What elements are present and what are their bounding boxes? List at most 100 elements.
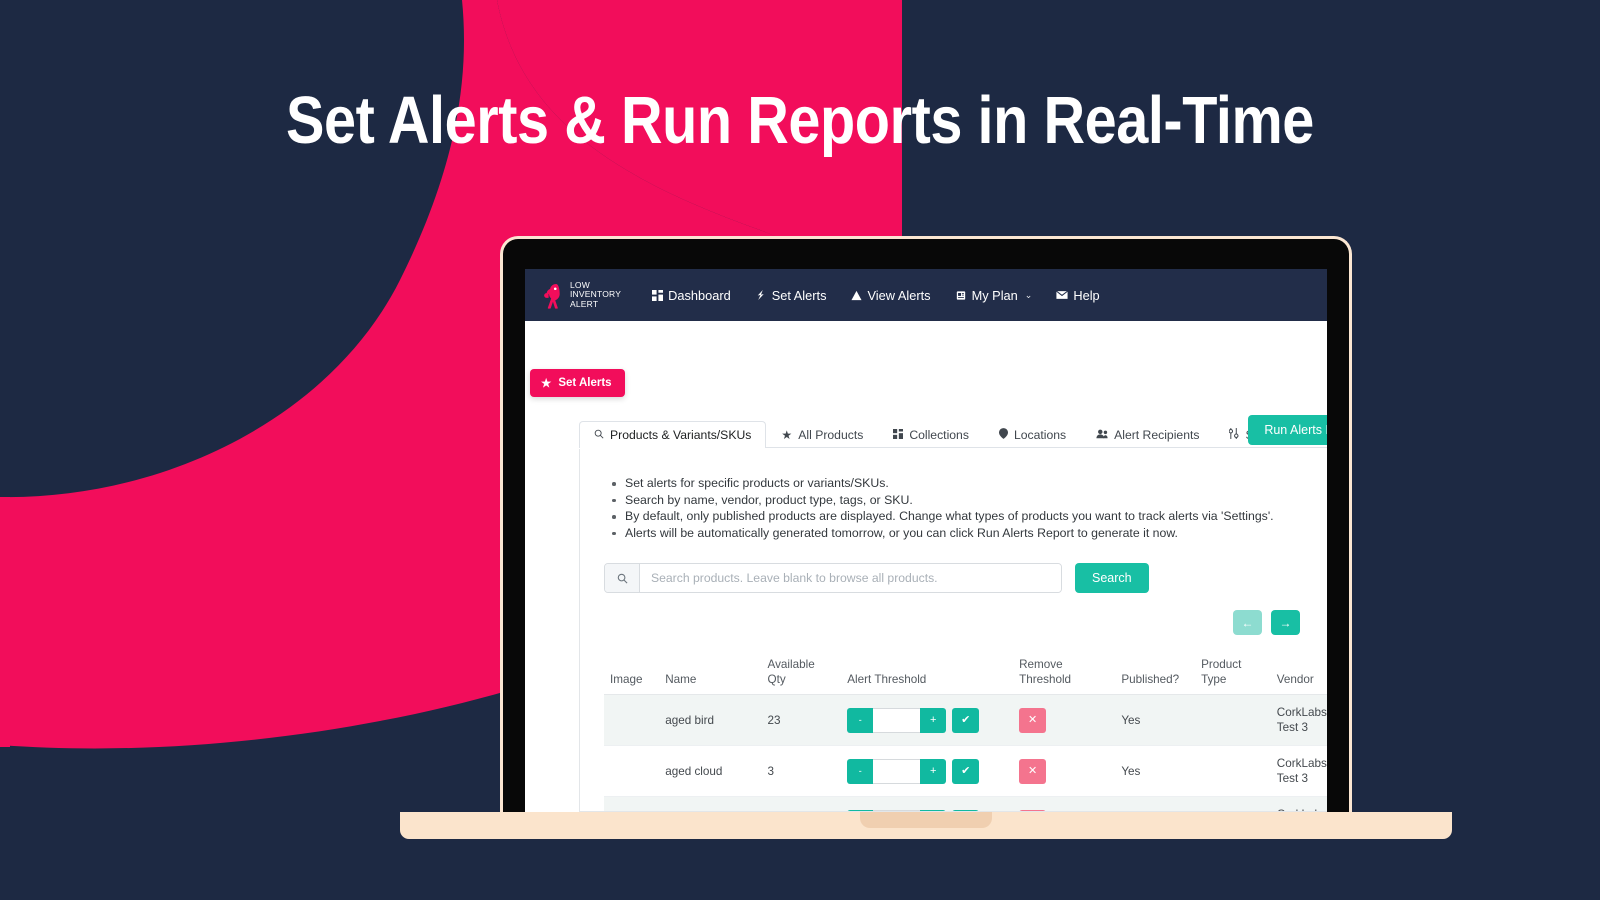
th-published: Published? (1115, 651, 1196, 695)
th-name: Name (659, 651, 762, 695)
tab-alert-recipients[interactable]: Alert Recipients (1081, 421, 1214, 448)
th-image: Image (604, 651, 660, 695)
search-input[interactable] (640, 564, 1061, 592)
cell-remove: ✕ (1013, 694, 1116, 746)
tab-bar: Products & Variants/SKUs ★ All Products … (579, 415, 1327, 448)
tab-all-products[interactable]: ★ All Products (766, 421, 878, 448)
vendor-line-1: CorkLabs (1276, 757, 1327, 770)
threshold-minus-button[interactable]: - (847, 758, 874, 784)
table-row[interactable]: aged cloud 3 - + ✔ (604, 796, 1327, 811)
products-table: Image Name Available Qty Alert Threshold (604, 651, 1327, 811)
vendor-line-2: Test 3 (1276, 721, 1308, 734)
threshold-input[interactable] (873, 707, 921, 733)
cell-threshold: - + ✔ (841, 796, 1014, 811)
nav-label: Set Alerts (771, 287, 827, 303)
th-alert-threshold: Alert Threshold (841, 651, 1014, 695)
bird-logo-icon (544, 284, 560, 309)
table-row[interactable]: aged bird 23 - + ✔ ✕ Yes CorkLabs Test 3 (604, 694, 1327, 746)
laptop-screen: LOW INVENTORY ALERT Dashboard Set Alerts… (525, 269, 1327, 812)
remove-threshold-button[interactable]: ✕ (1019, 758, 1047, 784)
app-page-body: ★ Set Alerts Products & Variants/SKUs ★ (525, 321, 1327, 812)
cell-remove: ✕ (1013, 796, 1116, 811)
search-icon (594, 428, 604, 442)
nav-item-my-plan[interactable]: My Plan ⌄ (943, 288, 1045, 303)
nav-item-help[interactable]: Help (1044, 288, 1111, 303)
threshold-minus-button[interactable]: - (847, 707, 874, 733)
laptop-lid: LOW INVENTORY ALERT Dashboard Set Alerts… (500, 236, 1352, 812)
tab-label: Collections (909, 428, 969, 442)
card-icon (955, 289, 967, 301)
pagination-prev-button[interactable]: ← (1233, 610, 1262, 635)
cell-qty: 3 (761, 745, 842, 797)
app-navbar: LOW INVENTORY ALERT Dashboard Set Alerts… (525, 269, 1327, 321)
laptop-trackpad-notch (860, 812, 992, 828)
pagination-next-button[interactable]: → (1271, 610, 1300, 635)
warning-triangle-icon (850, 289, 862, 301)
brand-logo[interactable]: LOW INVENTORY ALERT (541, 280, 621, 310)
table-row[interactable]: aged cloud 3 - + ✔ (604, 745, 1327, 797)
people-icon (1096, 428, 1108, 442)
pin-icon (998, 428, 1008, 442)
th-line-1: Remove (1019, 658, 1063, 671)
cell-published: Yes (1115, 745, 1196, 797)
list-item: Set alerts for specific products or vari… (610, 475, 1327, 492)
sliders-icon (1229, 428, 1239, 442)
cell-qty: 23 (761, 694, 842, 746)
th-line-1: Product (1201, 658, 1242, 671)
cell-image (604, 796, 660, 811)
tab-locations[interactable]: Locations (984, 421, 1081, 448)
threshold-confirm-button[interactable]: ✔ (952, 707, 980, 733)
nav-item-set-alerts[interactable]: Set Alerts (743, 288, 839, 303)
tab-products-variants-skus[interactable]: Products & Variants/SKUs (579, 421, 767, 448)
list-item: Search by name, vendor, product type, ta… (610, 492, 1327, 509)
set-alerts-badge[interactable]: ★ Set Alerts (530, 369, 625, 397)
threshold-confirm-button[interactable]: ✔ (952, 758, 980, 784)
vendor-line-2: Test 3 (1276, 772, 1308, 785)
tab-label: All Products (798, 428, 864, 442)
threshold-stepper: - + ✔ (847, 758, 1007, 784)
page-canvas: ★ Set Alerts Products & Variants/SKUs ★ (530, 333, 1327, 812)
threshold-plus-button[interactable]: + (920, 758, 947, 784)
nav-label: Help (1073, 287, 1100, 303)
products-table-wrap: Image Name Available Qty Alert Threshold (604, 651, 1327, 811)
threshold-plus-button[interactable]: + (920, 707, 947, 733)
badge-label: Set Alerts (558, 377, 612, 389)
nav-item-dashboard[interactable]: Dashboard (639, 288, 743, 303)
nav-item-view-alerts[interactable]: View Alerts (838, 288, 942, 303)
cell-vendor: CorkLabs Test 3 (1270, 694, 1327, 746)
chevron-down-icon: ⌄ (1024, 289, 1033, 300)
cell-qty: 3 (761, 796, 842, 811)
cell-name: aged cloud (659, 745, 762, 797)
list-item: Alerts will be automatically generated t… (610, 525, 1327, 542)
threshold-stepper: - + ✔ (847, 707, 1007, 733)
star-icon: ★ (541, 378, 552, 390)
cell-image (604, 745, 660, 797)
instructions-list: Set alerts for specific products or vari… (610, 475, 1327, 541)
search-button[interactable]: Search (1075, 563, 1149, 593)
cell-vendor: CorkLabs Test 3 (1270, 745, 1327, 797)
nav-label: View Alerts (867, 287, 931, 303)
brand-line-3: ALERT (570, 298, 599, 309)
th-line-2: Threshold (1019, 673, 1072, 686)
bolt-icon (755, 289, 767, 301)
th-line-1: Available (767, 658, 815, 671)
cell-name: aged bird (659, 694, 762, 746)
th-product-type: Product Type (1195, 651, 1271, 695)
cell-name: aged cloud (659, 796, 762, 811)
tab-label: Alert Recipients (1114, 428, 1200, 442)
threshold-input[interactable] (873, 758, 921, 784)
grid-icon (651, 289, 663, 301)
run-alerts-report-button[interactable]: Run Alerts Report (1248, 415, 1327, 445)
cell-threshold: - + ✔ (841, 745, 1014, 797)
cell-published: Yes (1115, 796, 1196, 811)
laptop-mockup: LOW INVENTORY ALERT Dashboard Set Alerts… (400, 236, 1452, 839)
remove-threshold-button[interactable]: ✕ (1019, 707, 1047, 733)
cell-product-type (1195, 745, 1271, 797)
pagination: ← → (604, 610, 1327, 635)
th-line-2: Qty (767, 673, 786, 686)
tab-collections[interactable]: Collections (878, 421, 984, 448)
alerts-card: Set alerts for specific products or vari… (579, 449, 1327, 812)
star-icon: ★ (781, 428, 793, 442)
nav-label: Dashboard (668, 287, 731, 303)
table-header-row: Image Name Available Qty Alert Threshold (604, 651, 1327, 695)
